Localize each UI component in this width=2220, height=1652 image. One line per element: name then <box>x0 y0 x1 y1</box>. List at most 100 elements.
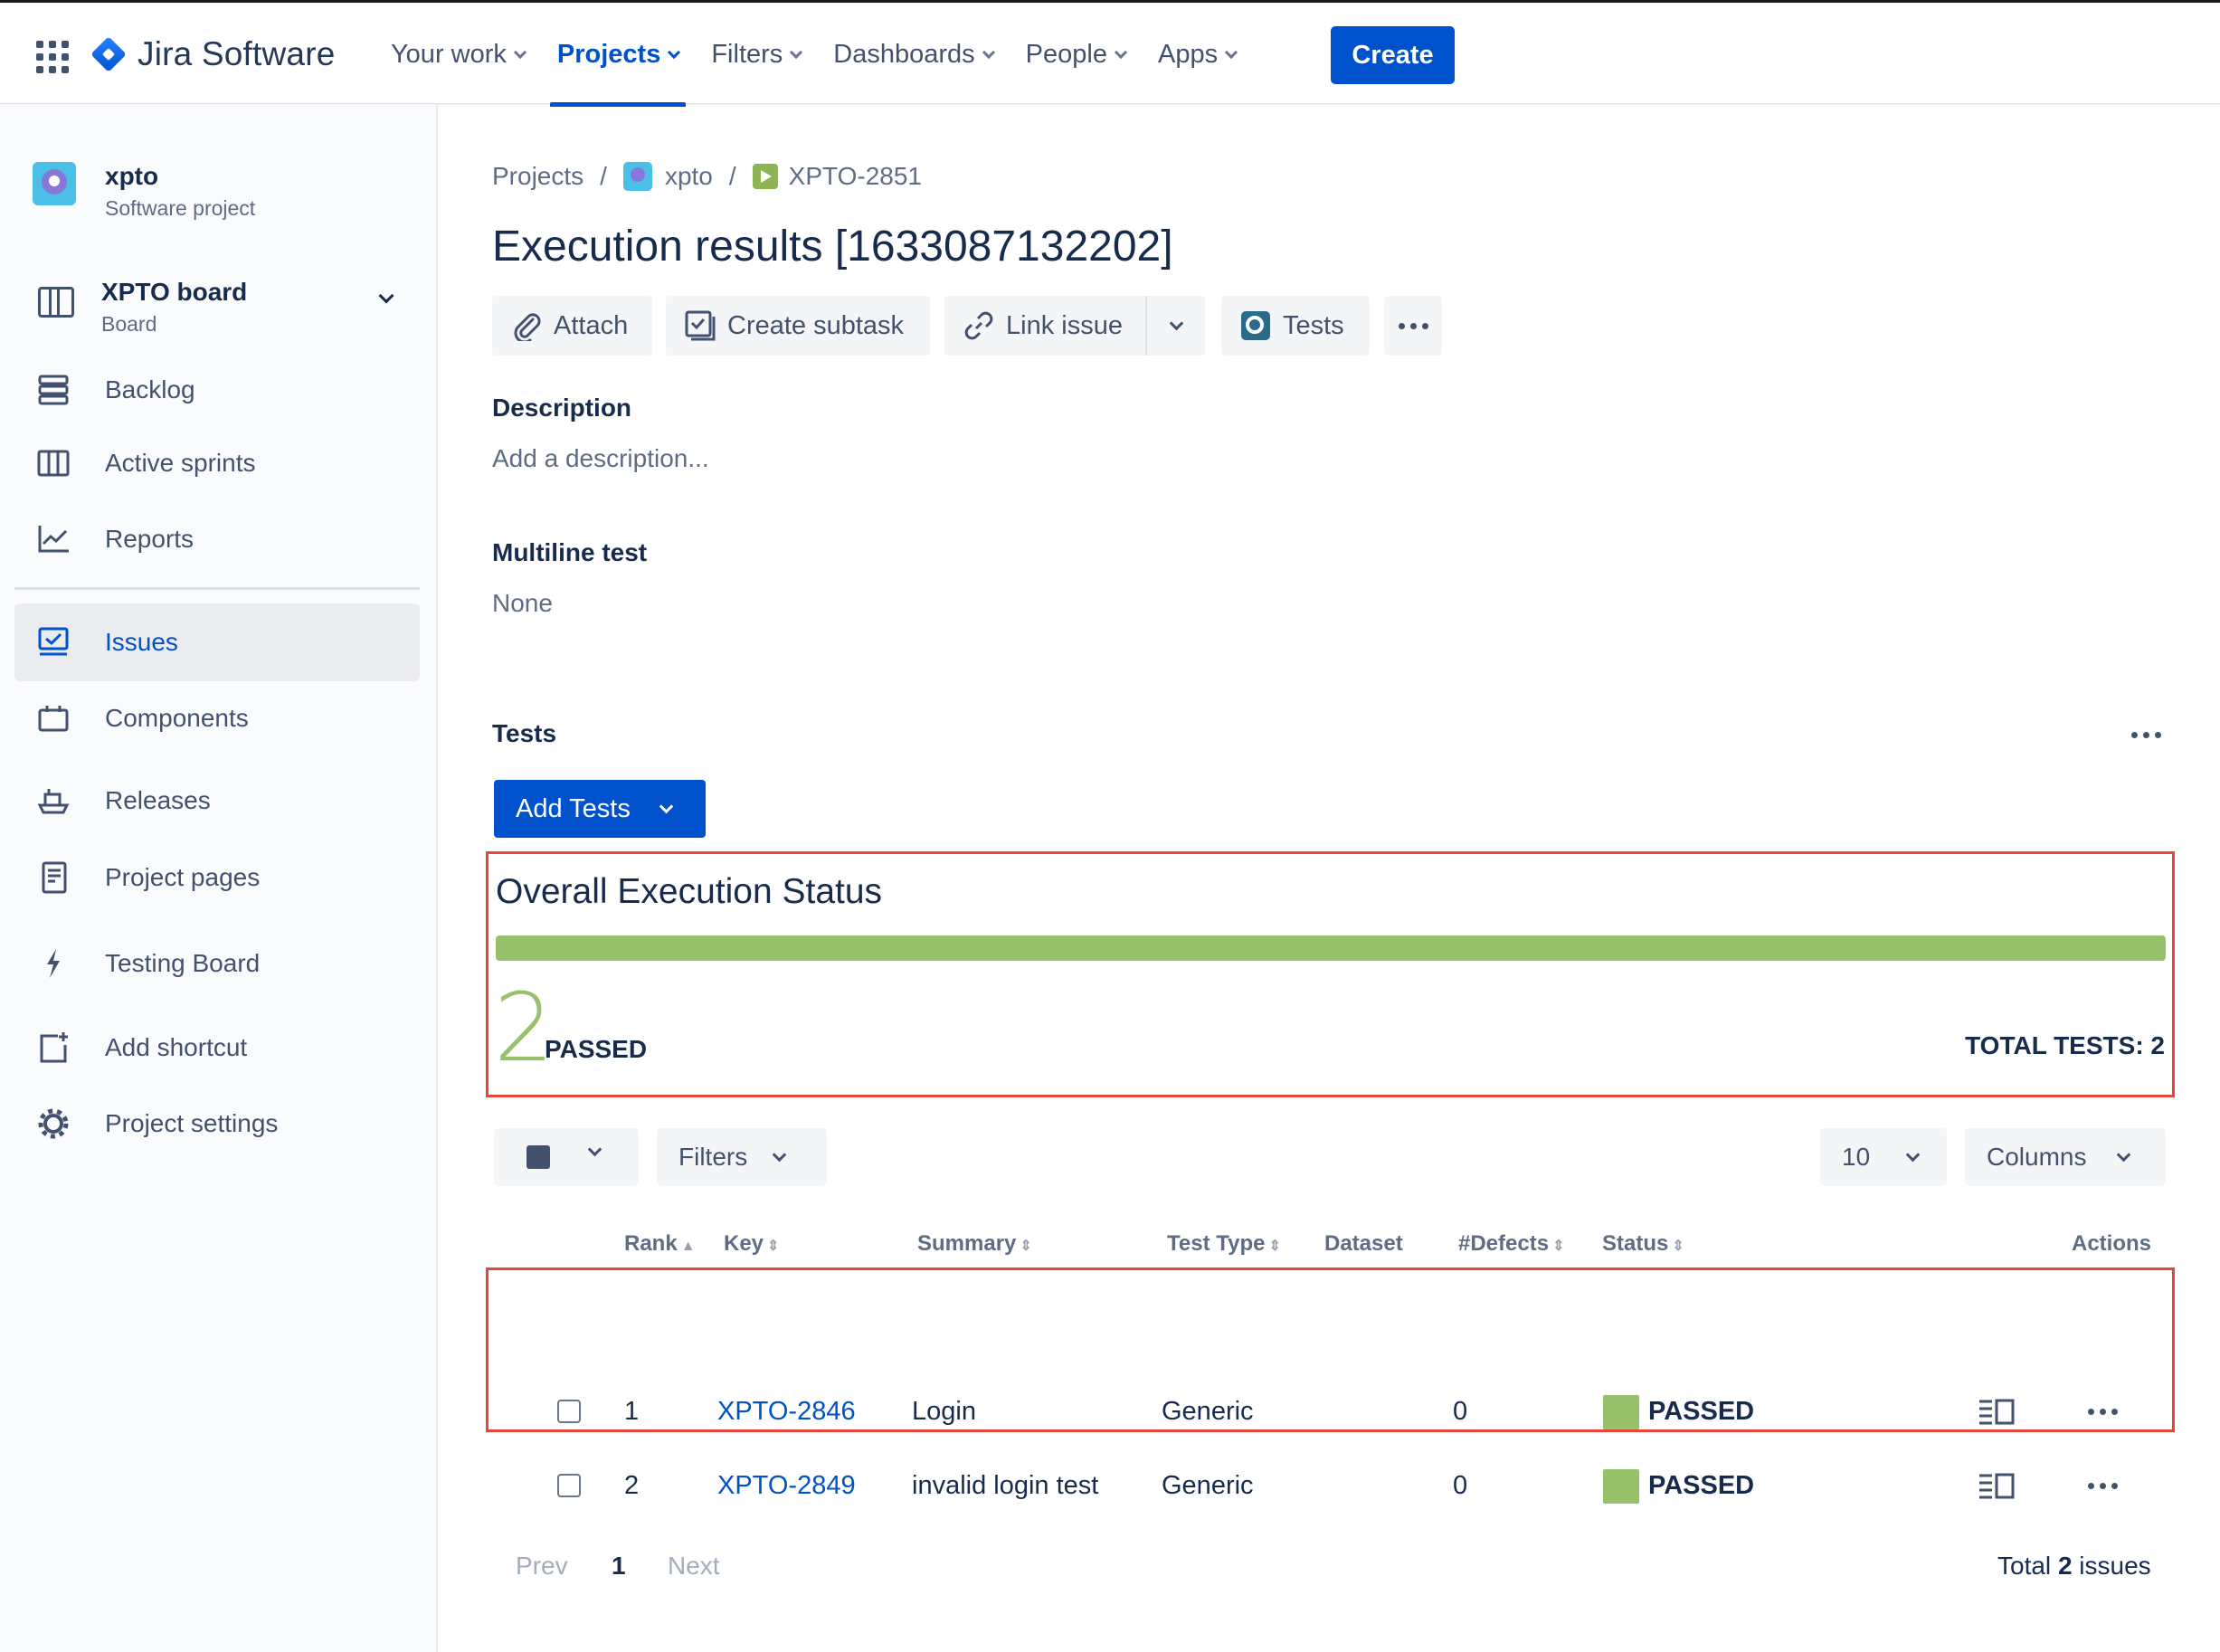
issue-view: Projects / xpto / XPTO-2851 Execution re… <box>440 104 2220 1652</box>
chevron-down-icon <box>1225 45 1238 59</box>
row-status[interactable]: PASSED <box>1648 1471 1754 1501</box>
sidebar-item-label: Add shortcut <box>105 1033 248 1061</box>
pager-prev[interactable]: Prev <box>516 1552 568 1581</box>
row-key-link[interactable]: XPTO-2849 <box>717 1471 856 1501</box>
project-avatar-icon <box>33 162 76 205</box>
sidebar-item-testing-board[interactable]: Testing Board <box>14 925 420 1002</box>
column-header-rank[interactable]: Rank ▲ <box>624 1231 696 1257</box>
filters-dropdown[interactable]: Filters <box>657 1128 827 1186</box>
column-header-dataset: Dataset <box>1324 1231 1403 1257</box>
tests-button[interactable]: Tests <box>1221 296 1370 356</box>
project-type: Software project <box>105 196 256 220</box>
row-test-type: Generic <box>1162 1397 1254 1426</box>
testing-board-icon <box>47 949 60 978</box>
jira-logo[interactable]: Jira Software <box>90 35 336 73</box>
more-icon <box>1398 322 1428 329</box>
row-checkbox[interactable] <box>557 1474 581 1497</box>
sidebar-item-issues[interactable]: Issues <box>14 603 420 681</box>
project-header[interactable]: xpto Software project <box>33 162 255 220</box>
row-actions-menu[interactable] <box>2088 1409 2118 1415</box>
breadcrumb-projects[interactable]: Projects <box>492 162 583 191</box>
link-issue-label: Link issue <box>1006 310 1123 340</box>
sort-icon: ⇕ <box>767 1239 780 1254</box>
sidebar-divider <box>14 587 420 590</box>
sidebar-item-project-settings[interactable]: Project settings <box>14 1085 420 1163</box>
chevron-down-icon <box>772 1147 787 1162</box>
column-header-label: Dataset <box>1324 1231 1403 1256</box>
column-header-summary[interactable]: Summary ⇕ <box>917 1231 1032 1257</box>
gear-icon <box>38 1108 69 1139</box>
row-key-link[interactable]: XPTO-2846 <box>717 1397 856 1427</box>
chevron-down-icon <box>790 45 803 59</box>
issue-title[interactable]: Execution results [1633087132202] <box>492 222 1173 271</box>
row-status[interactable]: PASSED <box>1648 1397 1754 1427</box>
pager-current-page[interactable]: 1 <box>612 1552 626 1581</box>
nav-dashboards[interactable]: Dashboards <box>833 3 995 107</box>
sidebar-item-releases[interactable]: Releases <box>14 762 420 840</box>
sidebar-item-reports[interactable]: Reports <box>14 500 420 578</box>
breadcrumb-project[interactable]: xpto <box>665 162 713 191</box>
sidebar-item-components[interactable]: Components <box>14 679 420 757</box>
nav-label: Apps <box>1157 40 1219 69</box>
more-actions-button[interactable] <box>1384 296 1442 356</box>
total-prefix: Total <box>1997 1552 2052 1580</box>
chevron-down-icon <box>659 799 674 813</box>
column-header-status[interactable]: Status ⇕ <box>1602 1231 1684 1257</box>
nav-label: People <box>1025 40 1107 69</box>
subtask-icon <box>684 309 716 342</box>
create-button[interactable]: Create <box>1331 26 1455 84</box>
progress-passed-segment[interactable] <box>496 935 2166 961</box>
chevron-down-icon <box>2117 1147 2131 1162</box>
columns-dropdown[interactable]: Columns <box>1965 1128 2166 1186</box>
nav-your-work[interactable]: Your work <box>391 3 527 107</box>
execution-progress-bar <box>496 935 2166 961</box>
backlog-icon <box>38 375 69 405</box>
pager-next[interactable]: Next <box>668 1552 720 1581</box>
execution-details-icon[interactable] <box>1978 1472 2016 1499</box>
chevron-down-icon <box>668 45 681 59</box>
nav-label: Projects <box>556 40 661 69</box>
test-execution-icon <box>752 164 778 189</box>
nav-people[interactable]: People <box>1025 3 1128 107</box>
breadcrumb-issue[interactable]: XPTO-2851 <box>789 162 922 191</box>
row-summary: invalid login test <box>912 1471 1099 1500</box>
column-header-defects[interactable]: #Defects ⇕ <box>1458 1231 1564 1257</box>
tests-more-button[interactable] <box>2131 732 2161 738</box>
sort-icon: ⇕ <box>1020 1239 1032 1254</box>
add-tests-button[interactable]: Add Tests <box>494 780 706 838</box>
column-header-key[interactable]: Key ⇕ <box>724 1231 779 1257</box>
page-size-select[interactable]: 10 <box>1820 1128 1947 1186</box>
row-actions-menu[interactable] <box>2088 1483 2118 1489</box>
description-field[interactable]: Add a description... <box>492 444 709 473</box>
app-switcher-icon[interactable] <box>36 41 69 73</box>
sidebar-item-active-sprints[interactable]: Active sprints <box>14 424 420 502</box>
column-header-label: Status <box>1602 1231 1669 1256</box>
breadcrumb: Projects / xpto / XPTO-2851 <box>492 162 922 191</box>
chevron-down-icon[interactable] <box>378 288 394 304</box>
link-issue-dropdown[interactable] <box>1145 296 1205 356</box>
more-icon <box>2088 1409 2118 1415</box>
nav-projects[interactable]: Projects <box>549 3 687 107</box>
bulk-select-dropdown[interactable] <box>494 1128 639 1186</box>
attach-label: Attach <box>554 310 629 340</box>
total-tests: TOTAL TESTS: 2 <box>1965 1031 2165 1059</box>
link-issue-button[interactable]: Link issue <box>944 296 1145 356</box>
row-checkbox[interactable] <box>557 1400 581 1423</box>
create-subtask-button[interactable]: Create subtask <box>666 296 930 356</box>
nav-apps[interactable]: Apps <box>1157 3 1238 107</box>
project-avatar-icon <box>622 162 652 191</box>
column-header-actions: Actions <box>2072 1231 2151 1257</box>
sidebar-item-add-shortcut[interactable]: Add shortcut <box>14 1009 420 1087</box>
execution-details-icon[interactable] <box>1978 1398 2016 1425</box>
filters-label: Filters <box>678 1143 748 1171</box>
multiline-test-value[interactable]: None <box>492 589 553 618</box>
sidebar-item-backlog[interactable]: Backlog <box>14 351 420 429</box>
board-icon <box>38 287 74 318</box>
project-pages-icon <box>42 861 67 894</box>
board-selector[interactable]: XPTO board Board <box>33 274 413 337</box>
project-name: xpto <box>105 162 159 190</box>
sidebar-item-project-pages[interactable]: Project pages <box>14 839 420 916</box>
attach-button[interactable]: Attach <box>492 296 652 356</box>
nav-filters[interactable]: Filters <box>711 3 803 107</box>
column-header-test-type[interactable]: Test Type ⇕ <box>1167 1231 1281 1257</box>
